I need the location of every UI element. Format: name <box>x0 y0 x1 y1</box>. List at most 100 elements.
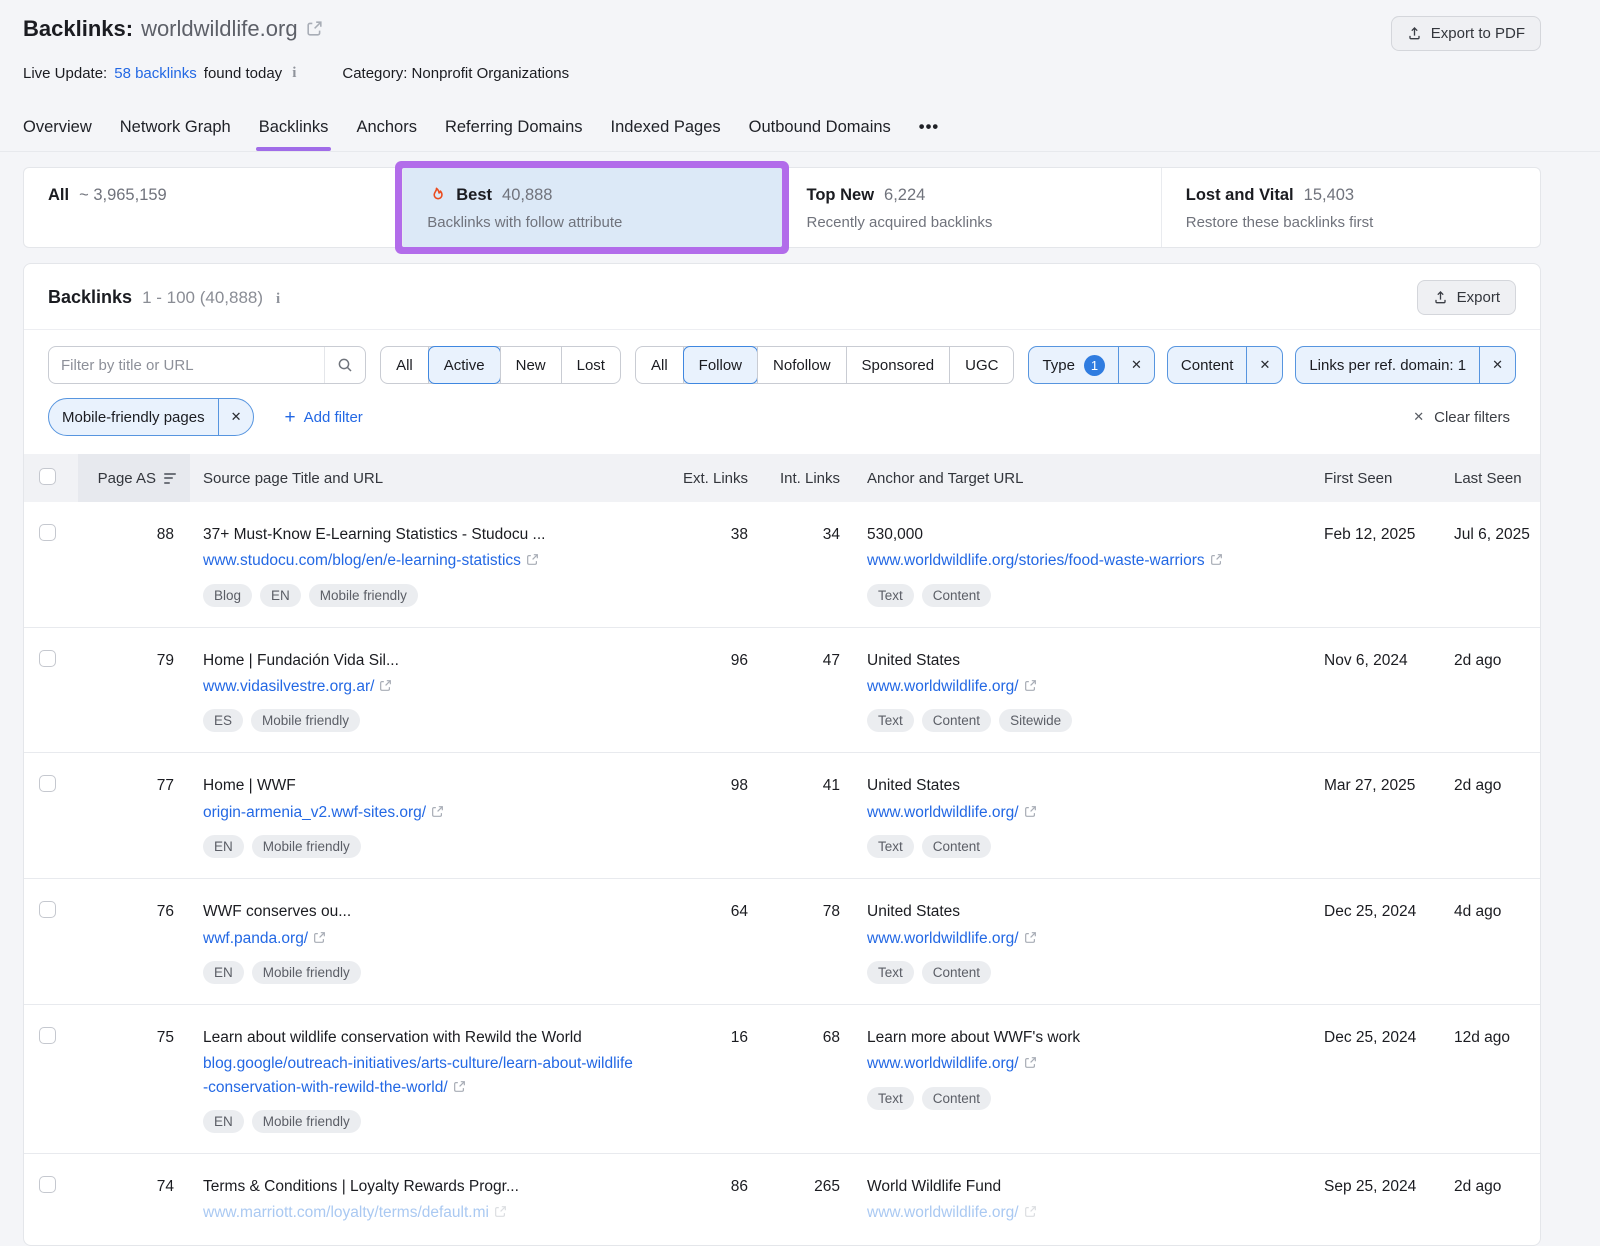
tab-more[interactable]: ••• <box>919 118 939 151</box>
tag-row: TextContent <box>867 1087 1284 1110</box>
tabs: Overview Network Graph Backlinks Anchors Ref… <box>23 118 1541 151</box>
source-url-link[interactable]: www.vidasilvestre.org.ar/ <box>203 678 374 695</box>
row-checkbox[interactable] <box>39 1176 56 1193</box>
anchor-text: United States <box>867 775 1284 797</box>
source-cell: Home | Fundación Vida Sil...www.vidasilv… <box>190 650 662 733</box>
tab-overview[interactable]: Overview <box>23 118 92 151</box>
search-input[interactable] <box>49 357 324 374</box>
filter-option-all[interactable]: All <box>381 347 428 383</box>
tab-backlinks[interactable]: Backlinks <box>259 118 329 151</box>
int-links-value: 68 <box>748 1027 840 1049</box>
row-checkbox[interactable] <box>39 901 56 918</box>
filter-option-nofollow[interactable]: Nofollow <box>757 347 846 383</box>
anchor-text: 530,000 <box>867 524 1284 546</box>
column-page-as[interactable]: Page AS <box>78 454 190 502</box>
filter-chip-label[interactable]: Mobile-friendly pages <box>49 409 218 426</box>
last-seen-value: 2d ago <box>1440 775 1540 797</box>
ext-links-value: 96 <box>662 650 748 672</box>
page-as-value: 74 <box>78 1176 190 1198</box>
summary-card-top-new[interactable]: Top New6,224Recently acquired backlinks <box>782 168 1161 247</box>
status-filter-group: AllActiveNewLost <box>380 346 621 384</box>
remove-filter-icon[interactable]: ✕ <box>1246 347 1282 383</box>
tag-mobile-friendly: Mobile friendly <box>309 584 418 607</box>
target-url-link[interactable]: www.worldwildlife.org/stories/food-waste… <box>867 552 1205 569</box>
source-url-link[interactable]: origin-armenia_v2.wwf-sites.org/ <box>203 804 426 821</box>
tab-indexed-pages[interactable]: Indexed Pages <box>611 118 721 151</box>
export-to-pdf-button[interactable]: Export to PDF <box>1391 16 1541 51</box>
row-checkbox[interactable] <box>39 1027 56 1044</box>
remove-filter-icon[interactable]: ✕ <box>218 399 254 435</box>
table-header: Page AS Source page Title and URL Ext. L… <box>24 454 1540 502</box>
source-url-link[interactable]: www.studocu.com/blog/en/e-learning-stati… <box>203 552 521 569</box>
summary-card-all[interactable]: All~ 3,965,159 <box>24 168 402 247</box>
row-checkbox[interactable] <box>39 650 56 667</box>
column-last-seen: Last Seen <box>1440 470 1540 487</box>
search-icon[interactable] <box>324 347 365 383</box>
row-checkbox[interactable] <box>39 775 56 792</box>
tab-network-graph[interactable]: Network Graph <box>120 118 231 151</box>
select-all-checkbox[interactable] <box>39 468 56 485</box>
tab-outbound-domains[interactable]: Outbound Domains <box>749 118 891 151</box>
target-url-link[interactable]: www.worldwildlife.org/ <box>867 678 1019 695</box>
add-filter-label: Add filter <box>304 409 363 426</box>
add-filter-button[interactable]: + Add filter <box>278 407 368 428</box>
filter-chip-label[interactable]: Type1 <box>1029 355 1118 376</box>
source-url-link[interactable]: wwf.panda.org/ <box>203 930 308 947</box>
tab-referring-domains[interactable]: Referring Domains <box>445 118 583 151</box>
filter-option-lost[interactable]: Lost <box>561 347 620 383</box>
info-icon[interactable]: i <box>289 65 299 82</box>
tab-anchors[interactable]: Anchors <box>356 118 417 151</box>
info-icon[interactable]: i <box>273 291 283 308</box>
target-url-link[interactable]: www.worldwildlife.org/ <box>867 1204 1019 1221</box>
external-link-icon <box>1024 931 1037 944</box>
summary-cards: All~ 3,965,159Best40,888Backlinks with f… <box>23 167 1541 248</box>
tag-row: Blog EN Mobile friendly <box>203 584 636 607</box>
filter-option-ugc[interactable]: UGC <box>949 347 1013 383</box>
live-update-link[interactable]: 58 backlinks <box>114 65 197 82</box>
tag-en: EN <box>260 584 301 607</box>
anchor-cell: United Stateswww.worldwildlife.org/TextC… <box>840 775 1310 858</box>
filter-chip-links-per-ref-domain-1: Links per ref. domain: 1✕ <box>1295 346 1516 384</box>
page-as-value: 88 <box>78 524 190 546</box>
source-url-link[interactable]: blog.google/outreach-initiatives/arts-cu… <box>203 1055 633 1095</box>
filter-option-active[interactable]: Active <box>428 347 500 383</box>
filter-option-new[interactable]: New <box>500 347 561 383</box>
external-link-icon <box>453 1080 466 1093</box>
tag-mobile-friendly: Mobile friendly <box>252 835 361 858</box>
filter-chip-label[interactable]: Links per ref. domain: 1 <box>1296 357 1479 374</box>
external-link-icon <box>1210 553 1223 566</box>
export-button[interactable]: Export <box>1417 280 1516 315</box>
anchor-cell: United Stateswww.worldwildlife.org/TextC… <box>840 650 1310 733</box>
target-url-link[interactable]: www.worldwildlife.org/ <box>867 1055 1019 1072</box>
external-link-icon[interactable] <box>306 20 323 37</box>
row-checkbox[interactable] <box>39 524 56 541</box>
filter-chip-label[interactable]: Content <box>1168 357 1247 374</box>
first-seen-value: Nov 6, 2024 <box>1310 650 1440 672</box>
target-url-link[interactable]: www.worldwildlife.org/ <box>867 804 1019 821</box>
table-row: 77Home | WWForigin-armenia_v2.wwf-sites.… <box>24 752 1540 878</box>
anchor-cell: 530,000 www.worldwildlife.org/stories/foo… <box>840 524 1310 607</box>
tag-blog: Blog <box>203 584 252 607</box>
external-link-icon <box>1024 679 1037 692</box>
tag-en: EN <box>203 835 244 858</box>
source-url-link[interactable]: www.marriott.com/loyalty/terms/default.m… <box>203 1204 489 1221</box>
summary-card-header: Best40,888 <box>427 186 757 205</box>
anchor-text: World Wildlife Fund <box>867 1176 1284 1198</box>
filter-option-follow[interactable]: Follow <box>683 347 757 383</box>
filters-bar: AllActiveNewLost AllFollowNofollowSponso… <box>24 329 1540 454</box>
tag-text: Text <box>867 961 914 984</box>
filter-option-sponsored[interactable]: Sponsored <box>846 347 950 383</box>
external-link-icon <box>379 679 392 692</box>
clear-filters-button[interactable]: ✕ Clear filters <box>1407 408 1516 427</box>
summary-card-lost-and-vital[interactable]: Lost and Vital15,403Restore these backli… <box>1161 168 1540 247</box>
export-icon <box>1433 290 1448 305</box>
remove-filter-icon[interactable]: ✕ <box>1118 347 1154 383</box>
source-cell: Terms & Conditions | Loyalty Rewards Pro… <box>190 1176 662 1225</box>
target-url-link[interactable]: www.worldwildlife.org/ <box>867 930 1019 947</box>
tag-en: EN <box>203 1110 244 1133</box>
int-links-value: 34 <box>748 524 840 546</box>
external-link-icon <box>526 553 539 566</box>
summary-card-best[interactable]: Best40,888Backlinks with follow attribut… <box>402 168 781 247</box>
filter-option-all[interactable]: All <box>636 347 683 383</box>
remove-filter-icon[interactable]: ✕ <box>1479 347 1515 383</box>
